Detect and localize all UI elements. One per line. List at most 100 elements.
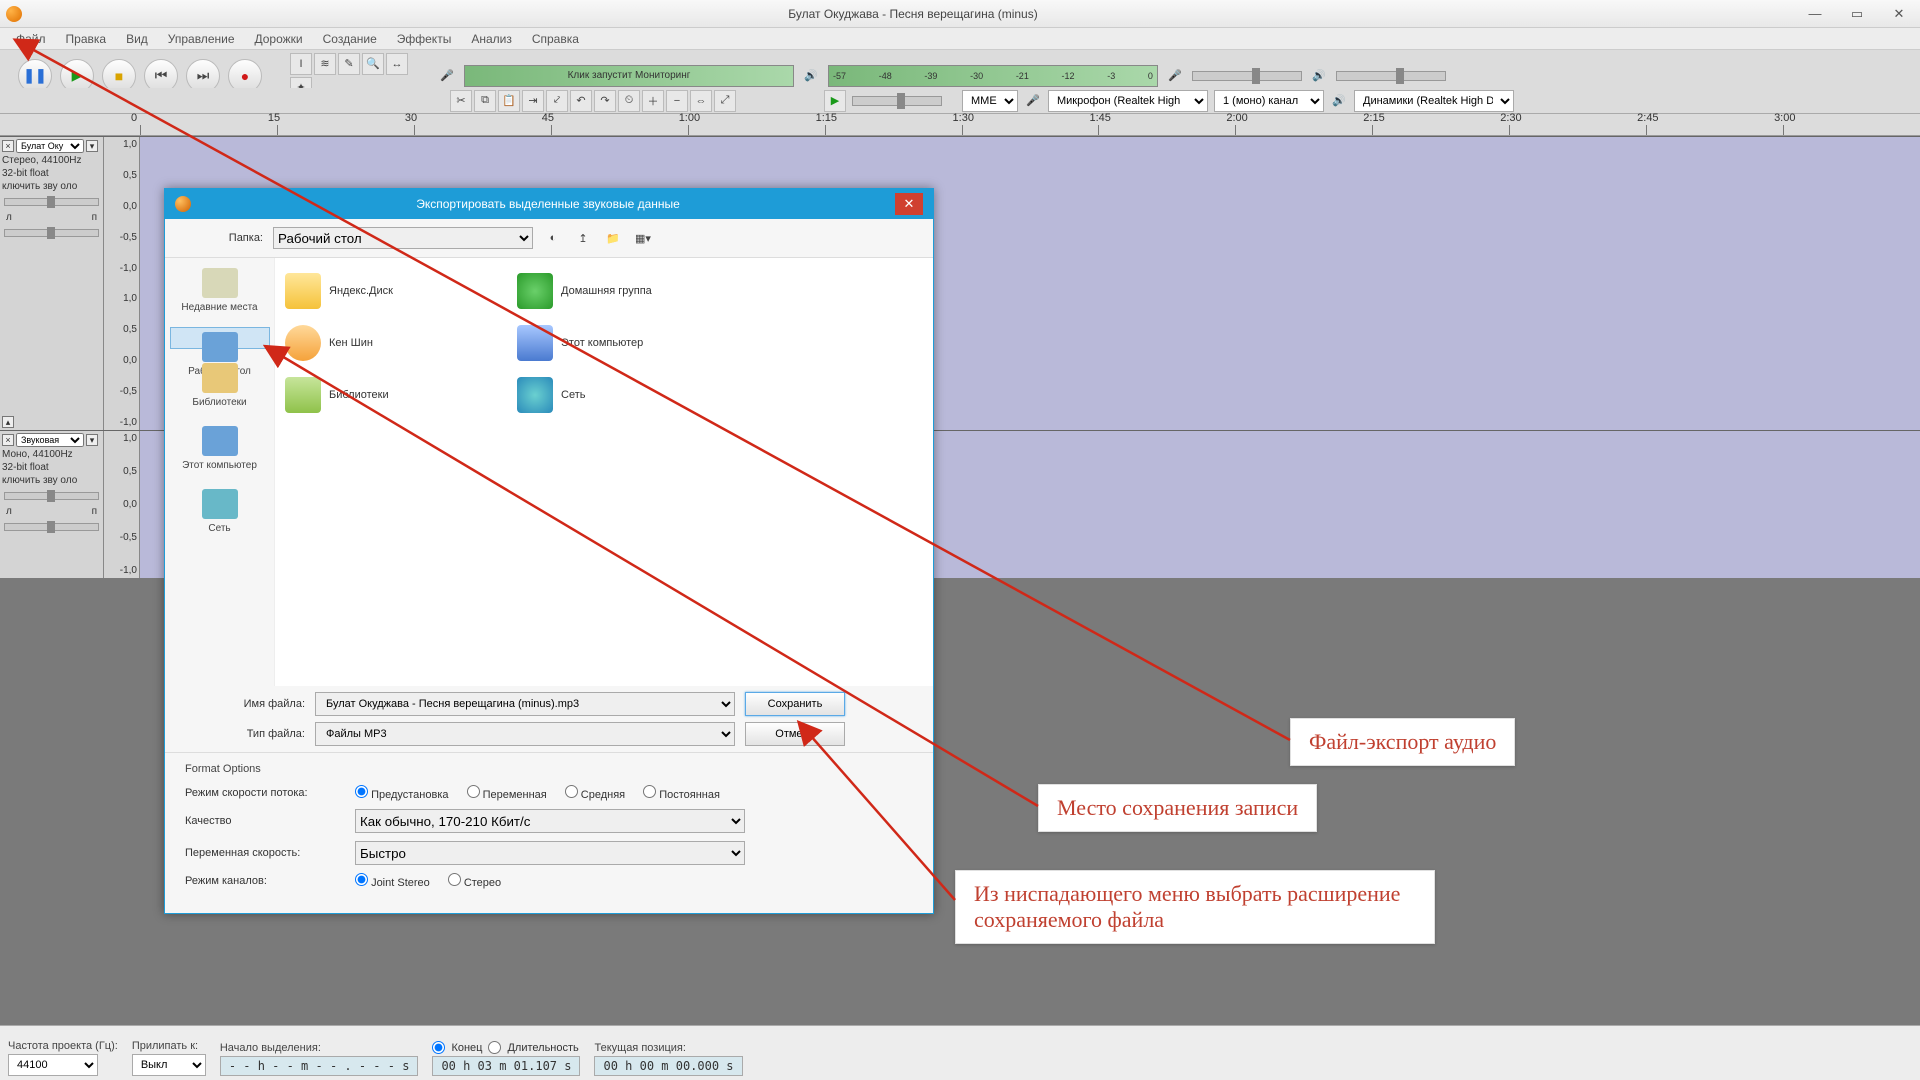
zoom-tool-icon[interactable]: 🔍 <box>362 53 384 75</box>
item-yandex-disk[interactable]: Яндекс.Диск <box>285 266 515 316</box>
track-1-menu[interactable]: ▾ <box>86 140 98 152</box>
redo-icon[interactable]: ↷ <box>594 90 616 112</box>
item-network[interactable]: Сеть <box>517 370 747 420</box>
track-1-mute[interactable]: ключить зву оло <box>2 181 101 192</box>
undo-icon[interactable]: ↶ <box>570 90 592 112</box>
menu-tracks[interactable]: Дорожки <box>245 32 313 46</box>
maximize-button[interactable]: ▭ <box>1840 4 1874 24</box>
fit-proj-icon[interactable]: ⤢ <box>714 90 736 112</box>
project-rate-select[interactable]: 44100 <box>8 1054 98 1076</box>
track-1-info2: 32-bit float <box>2 168 101 179</box>
playback-speed-slider[interactable] <box>852 96 942 106</box>
variable-speed-select[interactable]: Быстро <box>355 841 745 865</box>
end-radio[interactable] <box>432 1041 445 1054</box>
duration-radio[interactable] <box>488 1041 501 1054</box>
rec-meter[interactable]: Клик запустит Мониторинг <box>464 65 794 87</box>
sidebar-network[interactable]: Сеть <box>170 485 270 538</box>
input-device-select[interactable]: Микрофон (Realtek High <box>1048 90 1208 112</box>
filename-input[interactable]: Булат Окуджава - Песня верещагина (minus… <box>315 692 735 716</box>
selection-tool-icon[interactable]: I <box>290 53 312 75</box>
play-meter[interactable]: -57-48-39-30-21-12-30 <box>828 65 1158 87</box>
menu-help[interactable]: Справка <box>522 32 589 46</box>
mode-preset-radio[interactable] <box>355 785 368 798</box>
filename-label: Имя файла: <box>185 698 305 710</box>
item-user[interactable]: Кен Шин <box>285 318 515 368</box>
track-1-pan-slider[interactable] <box>4 229 99 237</box>
sidebar-recent[interactable]: Недавние места <box>170 264 270 317</box>
track-2-name-select[interactable]: Звуковая <box>16 433 84 447</box>
trim-icon[interactable]: ⇥ <box>522 90 544 112</box>
envelope-tool-icon[interactable]: ≋ <box>314 53 336 75</box>
track-2-close[interactable]: × <box>2 434 14 446</box>
stereo-radio[interactable] <box>448 873 461 886</box>
annotation-filetype: Из ниспадающего меню выбрать расширение … <box>955 870 1435 944</box>
nav-up-icon[interactable]: ↥ <box>573 228 593 248</box>
mode-avg-radio[interactable] <box>565 785 578 798</box>
item-this-pc[interactable]: Этот компьютер <box>517 318 747 368</box>
sync-lock-icon[interactable]: ⏲ <box>618 90 640 112</box>
annotation-export: Файл-экспорт аудио <box>1290 718 1515 766</box>
track-2-mute[interactable]: ключить зву оло <box>2 475 101 486</box>
folder-select[interactable]: Рабочий стол <box>273 227 533 249</box>
menu-create[interactable]: Создание <box>313 32 387 46</box>
timeline-ruler[interactable]: 0 15 30 45 1:00 1:15 1:30 1:45 2:00 2:15… <box>0 114 1920 136</box>
save-button[interactable]: Сохранить <box>745 692 845 716</box>
quality-select[interactable]: Как обычно, 170-210 Кбит/с <box>355 809 745 833</box>
input-volume-slider[interactable] <box>1192 71 1302 81</box>
menu-file[interactable]: Файл <box>6 32 56 46</box>
minimize-button[interactable]: — <box>1798 4 1832 24</box>
filetype-select[interactable]: Файлы MP3 <box>315 722 735 746</box>
menu-control[interactable]: Управление <box>158 32 245 46</box>
track-1-header: × Булат Оку ▾ Стерео, 44100Hz 32-bit flo… <box>0 137 104 430</box>
menu-analysis[interactable]: Анализ <box>461 32 522 46</box>
mode-cbr-radio[interactable] <box>643 785 656 798</box>
track-2-menu[interactable]: ▾ <box>86 434 98 446</box>
paste-icon[interactable]: 📋 <box>498 90 520 112</box>
dialog-close-button[interactable]: ✕ <box>895 193 923 215</box>
output-device-select[interactable]: Динамики (Realtek High D <box>1354 90 1514 112</box>
current-position-display[interactable]: 00 h 00 m 00.000 s <box>594 1056 742 1076</box>
fit-sel-icon[interactable]: ⇔ <box>690 90 712 112</box>
folder-label: Папка: <box>183 232 263 244</box>
host-select[interactable]: MME <box>962 90 1018 112</box>
sidebar-this-pc[interactable]: Этот компьютер <box>170 422 270 475</box>
selection-start-display[interactable]: - - h - - m - - . - - - s <box>220 1056 419 1076</box>
output-volume-slider[interactable] <box>1336 71 1446 81</box>
variable-speed-label: Переменная скорость: <box>185 847 345 859</box>
view-mode-icon[interactable]: ▦▾ <box>633 228 653 248</box>
draw-tool-icon[interactable]: ✎ <box>338 53 360 75</box>
cancel-button[interactable]: Отмена <box>745 722 845 746</box>
track-2-header: × Звуковая ▾ Моно, 44100Hz 32-bit float … <box>0 431 104 578</box>
silence-icon[interactable]: ⤦ <box>546 90 568 112</box>
sidebar-desktop[interactable]: Рабочий стол <box>170 327 270 349</box>
joint-stereo-radio[interactable] <box>355 873 368 886</box>
new-folder-icon[interactable]: 📁 <box>603 228 623 248</box>
track-2-gain-slider[interactable] <box>4 492 99 500</box>
zoom-in-icon[interactable]: ＋ <box>642 90 664 112</box>
timeshift-tool-icon[interactable]: ↔ <box>386 53 408 75</box>
track-1-gain-slider[interactable] <box>4 198 99 206</box>
zoom-out-icon[interactable]: − <box>666 90 688 112</box>
item-libraries[interactable]: Библиотеки <box>285 370 515 420</box>
close-button[interactable]: ✕ <box>1882 4 1916 24</box>
nav-back-icon[interactable]: ◐ <box>543 228 563 248</box>
play-at-speed-button[interactable]: ▶ <box>824 90 846 112</box>
window-title: Булат Окуджава - Песня верещагина (minus… <box>28 7 1798 21</box>
item-homegroup[interactable]: Домашняя группа <box>517 266 747 316</box>
snap-select[interactable]: Выкл <box>132 1054 206 1076</box>
mode-vbr-radio[interactable] <box>467 785 480 798</box>
menu-effects[interactable]: Эффекты <box>387 32 462 46</box>
dialog-titlebar: Экспортировать выделенные звуковые данны… <box>165 189 933 219</box>
current-position-label: Текущая позиция: <box>594 1042 742 1054</box>
selection-end-display[interactable]: 00 h 03 m 01.107 s <box>432 1056 580 1076</box>
copy-icon[interactable]: ⧉ <box>474 90 496 112</box>
menu-view[interactable]: Вид <box>116 32 158 46</box>
cut-icon[interactable]: ✂ <box>450 90 472 112</box>
channels-select[interactable]: 1 (моно) канал <box>1214 90 1324 112</box>
track-1-close[interactable]: × <box>2 140 14 152</box>
menu-edit[interactable]: Правка <box>56 32 117 46</box>
track-2-pan-slider[interactable] <box>4 523 99 531</box>
track-1-collapse[interactable]: ▴ <box>2 416 14 428</box>
track-1-name-select[interactable]: Булат Оку <box>16 139 84 153</box>
sidebar-libraries[interactable]: Библиотеки <box>170 359 270 412</box>
